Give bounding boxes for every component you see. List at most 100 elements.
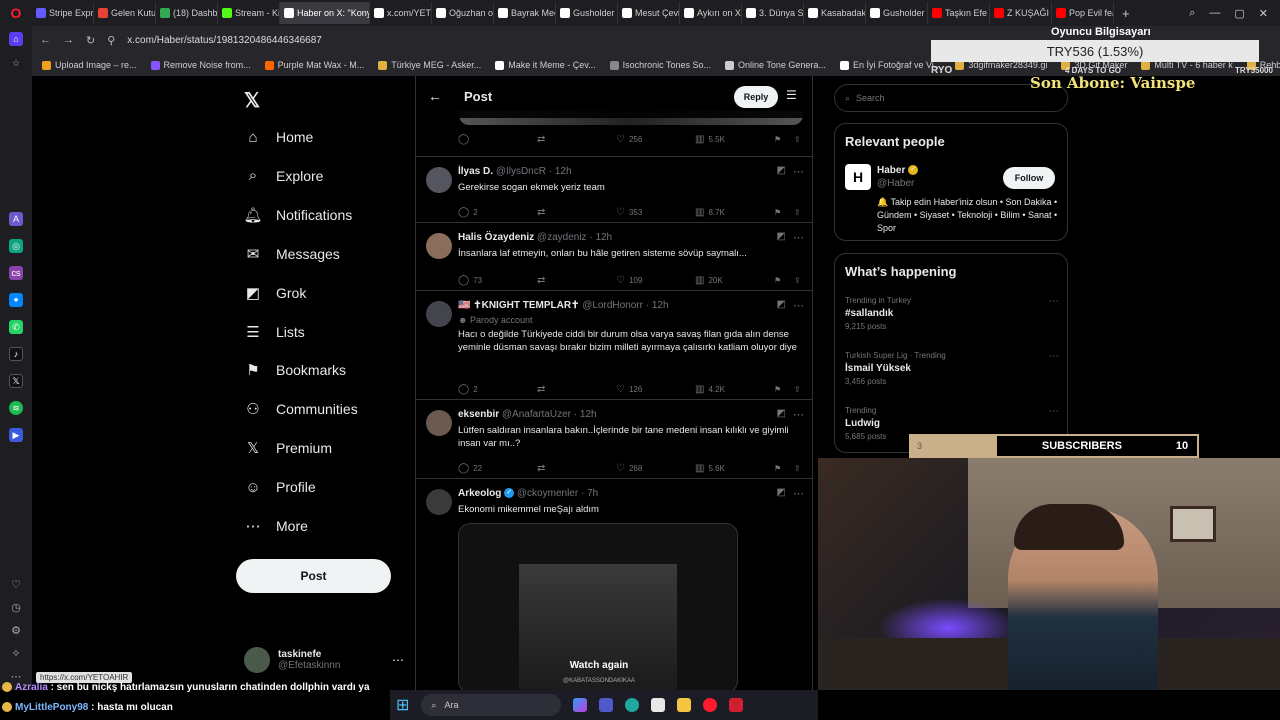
reply-action[interactable]: ◯ 2 [458, 384, 537, 395]
bookmark-item[interactable]: En İyi Fotoğraf ve Vi... [839, 60, 941, 70]
home-icon[interactable]: ⌂ [9, 32, 23, 46]
maximize-icon[interactable]: ▢ [1234, 7, 1244, 20]
tab[interactable]: Haber on X: "Konya [280, 2, 370, 24]
watch-again-label[interactable]: Watch again [459, 660, 737, 671]
author-name[interactable]: Arkeolog [458, 488, 501, 499]
reply-action[interactable]: ◯ 22 [458, 463, 537, 474]
site-info-icon[interactable]: ⚲ [107, 34, 115, 47]
grok-icon[interactable]: ◩ [777, 299, 786, 310]
tab[interactable]: Gusholder [556, 2, 618, 24]
star-icon[interactable]: ☆ [9, 56, 23, 70]
like-action[interactable]: ♡ 256 [616, 134, 695, 145]
folder-icon[interactable] [677, 698, 692, 712]
nav-item-explore[interactable]: ⌕ Explore [244, 167, 324, 185]
more-icon[interactable]: ⋯ [793, 408, 804, 421]
reply-tweet[interactable]: 🇺🇸 ✝KNIGHT TEMPLAR✝ @LordHonorr · 12h ◩ ⋯ ☻… [416, 290, 812, 399]
bookmark-item[interactable]: Upload Image – re... [42, 60, 137, 70]
nav-item-bookmarks[interactable]: ⚑ Bookmarks [244, 361, 346, 379]
store-icon[interactable] [651, 698, 666, 712]
bookmark-item[interactable]: Türkiye MEG - Asker... [378, 60, 481, 70]
like-action[interactable]: ♡ 126 [616, 384, 695, 395]
back-icon[interactable]: ← [40, 34, 51, 46]
tiktok-icon[interactable]: ♪ [9, 347, 23, 361]
chatgpt-icon[interactable]: ◎ [9, 239, 23, 253]
video-player[interactable]: Watch again @KABATASSONDAKIKAA [458, 523, 738, 690]
search-tabs-icon[interactable]: ⌕ [1189, 7, 1195, 20]
retweet-action[interactable]: ⇄ [537, 134, 616, 145]
tab[interactable]: 3. Dünya Sa [742, 2, 804, 24]
bookmark-icon[interactable]: ⚑ [774, 276, 794, 285]
author-name[interactable]: eksenbir [458, 409, 499, 420]
x-logo-icon[interactable]: 𝕏 [244, 88, 260, 113]
taskbar-search[interactable]: ⌕ Ara [421, 694, 562, 716]
bookmark-icon[interactable]: ⚑ [774, 464, 794, 473]
tweet-time[interactable]: 7h [587, 488, 598, 499]
tweet-time[interactable]: 12h [580, 409, 597, 420]
more-icon[interactable]: ⋯ [793, 487, 804, 500]
tweet-time[interactable]: 12h [555, 166, 572, 177]
like-action[interactable]: ♡ 268 [616, 463, 695, 474]
share-icon[interactable]: ⇪ [794, 208, 801, 217]
back-arrow-icon[interactable]: ← [428, 88, 442, 104]
trend-item[interactable]: Trending in Turkey #sallandık 9,215 posts ⋯ [845, 296, 1059, 331]
share-icon[interactable]: ⇪ [794, 464, 801, 473]
lightbulb-icon[interactable]: ✧ [11, 647, 20, 660]
tab[interactable]: Pop Evil fea [1052, 2, 1114, 24]
retweet-action[interactable]: ⇄ [537, 275, 616, 286]
tab[interactable]: Stream - Ki [218, 2, 280, 24]
bookmark-icon[interactable]: ⚑ [774, 135, 794, 144]
account-switcher[interactable]: taskinefe @Efetaskinnn ⋯ [244, 642, 404, 678]
post-button[interactable]: Post [236, 559, 391, 593]
tab[interactable]: Z KUŞAĞI A [990, 2, 1052, 24]
nav-item-premium[interactable]: 𝕏 Premium [244, 439, 332, 457]
opera-icon[interactable] [703, 698, 718, 712]
nav-item-home[interactable]: ⌂ Home [244, 128, 313, 146]
bookmark-item[interactable]: Purple Mat Wax - M... [264, 60, 364, 70]
retweet-action[interactable]: ⇄ [537, 463, 616, 474]
windows-start-icon[interactable]: ⊞ [396, 695, 409, 715]
url-field[interactable]: x.com/Haber/status/1981320486446346687 [127, 35, 322, 46]
heart-icon[interactable]: ♡ [11, 578, 21, 591]
nav-item-grok[interactable]: ◩ Grok [244, 284, 306, 302]
tab[interactable]: Mesut Çevi [618, 2, 680, 24]
close-icon[interactable]: ✕ [1259, 7, 1268, 20]
bookmark-icon[interactable]: ⚑ [774, 208, 794, 217]
x-icon[interactable]: 𝕏 [9, 374, 23, 388]
winrar-icon[interactable] [729, 698, 744, 712]
person-name[interactable]: Haber [877, 165, 905, 176]
tab[interactable]: (18) Dashb [156, 2, 218, 24]
reply-button[interactable]: Reply [734, 86, 778, 108]
edge-icon[interactable] [625, 698, 640, 712]
avatar[interactable] [426, 301, 452, 327]
history-icon[interactable]: ◷ [11, 601, 21, 614]
avatar[interactable] [426, 489, 452, 515]
tweet-time[interactable]: 12h [595, 232, 612, 243]
tab[interactable]: x.com/YETO [370, 2, 432, 24]
more-icon[interactable]: ⋯ [793, 165, 804, 178]
nav-item-profile[interactable]: ☺ Profile [244, 478, 315, 496]
more-icon[interactable]: ⋯ [1049, 296, 1059, 307]
nav-item-more[interactable]: ⋯ More [244, 517, 308, 535]
new-tab-icon[interactable]: + [1114, 6, 1138, 21]
more-icon[interactable]: ⋯ [793, 231, 804, 244]
bookmark-icon[interactable]: ⚑ [774, 385, 794, 394]
tab[interactable]: Bayrak Med [494, 2, 556, 24]
share-icon[interactable]: ⇪ [794, 385, 801, 394]
views-action[interactable]: ▥ 4.2K [695, 384, 774, 395]
bookmark-item[interactable]: Make it Meme - Çev... [495, 60, 596, 70]
tab[interactable]: Gelen Kutus [94, 2, 156, 24]
messenger-icon[interactable]: ✦ [9, 293, 23, 307]
whatsapp-icon[interactable]: ✆ [9, 320, 23, 334]
avatar[interactable]: H [845, 164, 871, 190]
views-action[interactable]: ▥ 20K [695, 275, 774, 286]
reply-tweet[interactable]: eksenbir @AnafartaUzer · 12h ◩ ⋯ Lütfen sal… [416, 399, 812, 478]
reply-tweet[interactable]: İlyas D. @IlysDncR · 12h ◩ ⋯ Gerekirse soga… [416, 156, 812, 222]
tab[interactable]: Oğuzhan or [432, 2, 494, 24]
retweet-action[interactable]: ⇄ [537, 384, 616, 395]
grok-icon[interactable]: ◩ [777, 408, 786, 419]
more-icon[interactable]: ⋯ [1049, 406, 1059, 417]
nav-item-messages[interactable]: ✉ Messages [244, 245, 340, 263]
grok-icon[interactable]: ◩ [777, 231, 786, 242]
author-name[interactable]: İlyas D. [458, 166, 493, 177]
avatar[interactable] [426, 167, 452, 193]
